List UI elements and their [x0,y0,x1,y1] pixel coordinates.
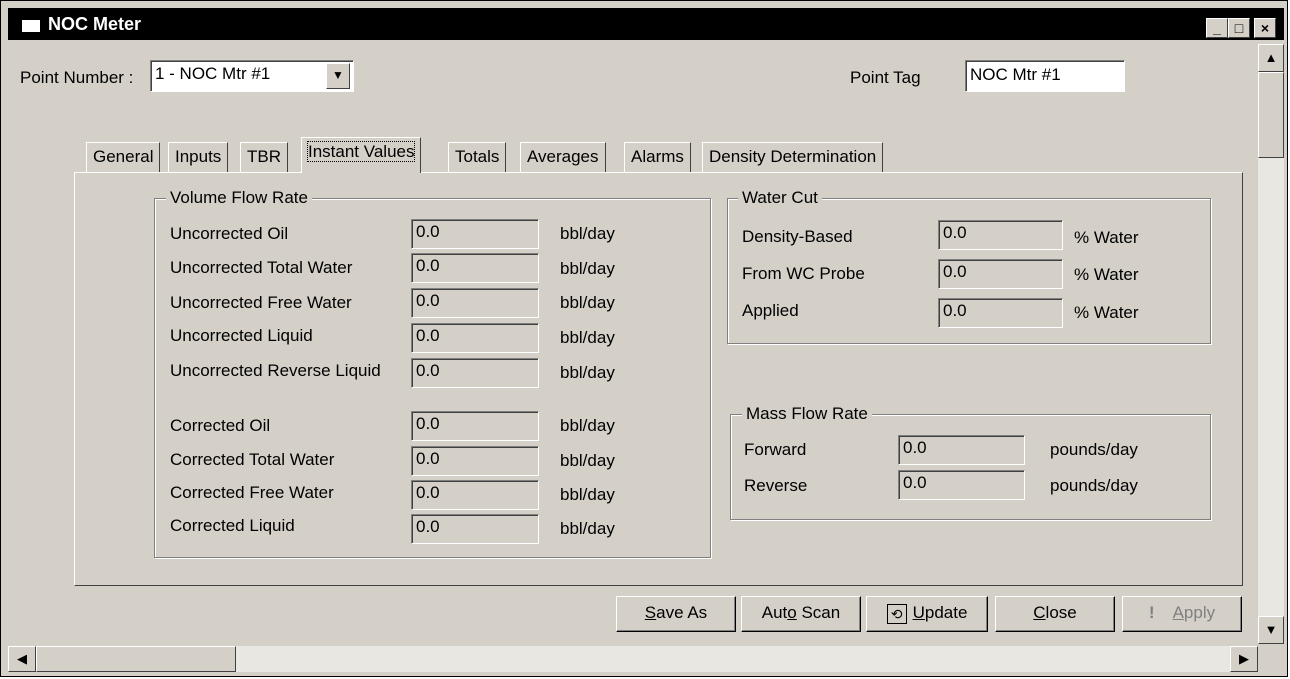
tab-inputs[interactable]: Inputs [168,142,229,172]
warning-icon: ! [1148,603,1155,622]
tab-general[interactable]: General [86,142,161,172]
water-cut-title: Water Cut [738,188,822,208]
point-tag-label: Point Tag [850,68,921,87]
mass-flow-rate-title: Mass Flow Rate [742,404,872,424]
tab-instant-values[interactable]: Instant Values [301,137,422,173]
unit-label: bbl/day [560,451,615,470]
tab-tbr[interactable]: TBR [240,142,288,172]
chevron-down-icon[interactable]: ▼ [326,63,350,89]
uncorrected-oil-field: 0.0 [411,219,539,249]
row-label: Reverse [744,476,808,495]
row-label: Applied [742,301,799,320]
corrected-oil-field: 0.0 [411,411,539,441]
row-label: Corrected Oil [170,416,271,435]
update-button[interactable]: ⟲ Update [866,596,988,632]
uncorrected-liquid-field: 0.0 [411,323,539,353]
unit-label: % Water [1074,303,1139,322]
scroll-down-icon[interactable]: ▼ [1258,616,1284,644]
unit-label: pounds/day [1050,440,1138,459]
tab-averages[interactable]: Averages [520,142,606,172]
row-label: Uncorrected Total Water [170,258,353,277]
tab-density-determination[interactable]: Density Determination [702,142,884,172]
corrected-total-water-field: 0.0 [411,446,539,476]
row-label: Corrected Liquid [170,516,295,535]
uncorrected-reverse-liquid-field: 0.0 [411,358,539,388]
auto-scan-button[interactable]: Auto Scan [741,596,861,632]
point-number-select[interactable]: 1 - NOC Mtr #1 [150,60,354,92]
apply-button[interactable]: ! Apply [1122,596,1242,632]
unit-label: bbl/day [560,328,615,347]
wc-probe-field: 0.0 [938,259,1063,289]
row-label: Uncorrected Reverse Liquid [170,361,381,380]
row-label: Uncorrected Oil [170,224,289,243]
row-label: Forward [744,440,807,459]
row-label: Density-Based [742,227,853,246]
unit-label: bbl/day [560,259,615,278]
close-button[interactable]: Close [995,596,1115,632]
reverse-field: 0.0 [898,470,1025,500]
uncorrected-total-water-field: 0.0 [411,253,539,283]
volume-flow-rate-title: Volume Flow Rate [166,188,312,208]
minimize-button[interactable]: _ [1206,18,1228,38]
unit-label: % Water [1074,228,1139,247]
unit-label: bbl/day [560,224,615,243]
forward-field: 0.0 [898,435,1025,465]
point-number-label: Point Number : [20,68,134,87]
density-based-field: 0.0 [938,220,1063,250]
unit-label: bbl/day [560,363,615,382]
uncorrected-free-water-field: 0.0 [411,288,539,318]
unit-label: bbl/day [560,485,615,504]
unit-label: % Water [1074,265,1139,284]
horizontal-scroll-thumb[interactable] [36,646,236,672]
mass-flow-rate-group [730,414,1211,520]
applied-field: 0.0 [938,298,1063,328]
scroll-up-icon[interactable]: ▲ [1258,44,1284,72]
row-label: Corrected Free Water [170,483,334,502]
tab-totals[interactable]: Totals [448,142,507,172]
corrected-liquid-field: 0.0 [411,514,539,544]
scroll-left-icon[interactable]: ◀ [8,646,36,672]
title-bar[interactable]: NOC Meter _ □ × [8,8,1284,40]
unit-label: pounds/day [1050,476,1138,495]
scroll-right-icon[interactable]: ▶ [1230,646,1258,672]
tab-alarms[interactable]: Alarms [624,142,691,172]
point-tag-input[interactable]: NOC Mtr #1 [965,60,1125,92]
unit-label: bbl/day [560,519,615,538]
row-label: From WC Probe [742,264,865,283]
scrollbar-corner [1258,646,1284,672]
window-title: NOC Meter [48,14,142,34]
unit-label: bbl/day [560,416,615,435]
refresh-icon: ⟲ [886,603,907,624]
window-system-icon[interactable] [20,18,42,34]
row-label: Uncorrected Free Water [170,293,352,312]
unit-label: bbl/day [560,293,615,312]
save-as-button[interactable]: Save As [616,596,736,632]
vertical-scroll-thumb[interactable] [1258,72,1284,158]
row-label: Uncorrected Liquid [170,326,313,345]
row-label: Corrected Total Water [170,450,335,469]
maximize-button[interactable]: □ [1228,18,1250,38]
point-number-value: 1 - NOC Mtr #1 [155,64,271,83]
corrected-free-water-field: 0.0 [411,480,539,510]
close-window-button[interactable]: × [1254,18,1276,38]
